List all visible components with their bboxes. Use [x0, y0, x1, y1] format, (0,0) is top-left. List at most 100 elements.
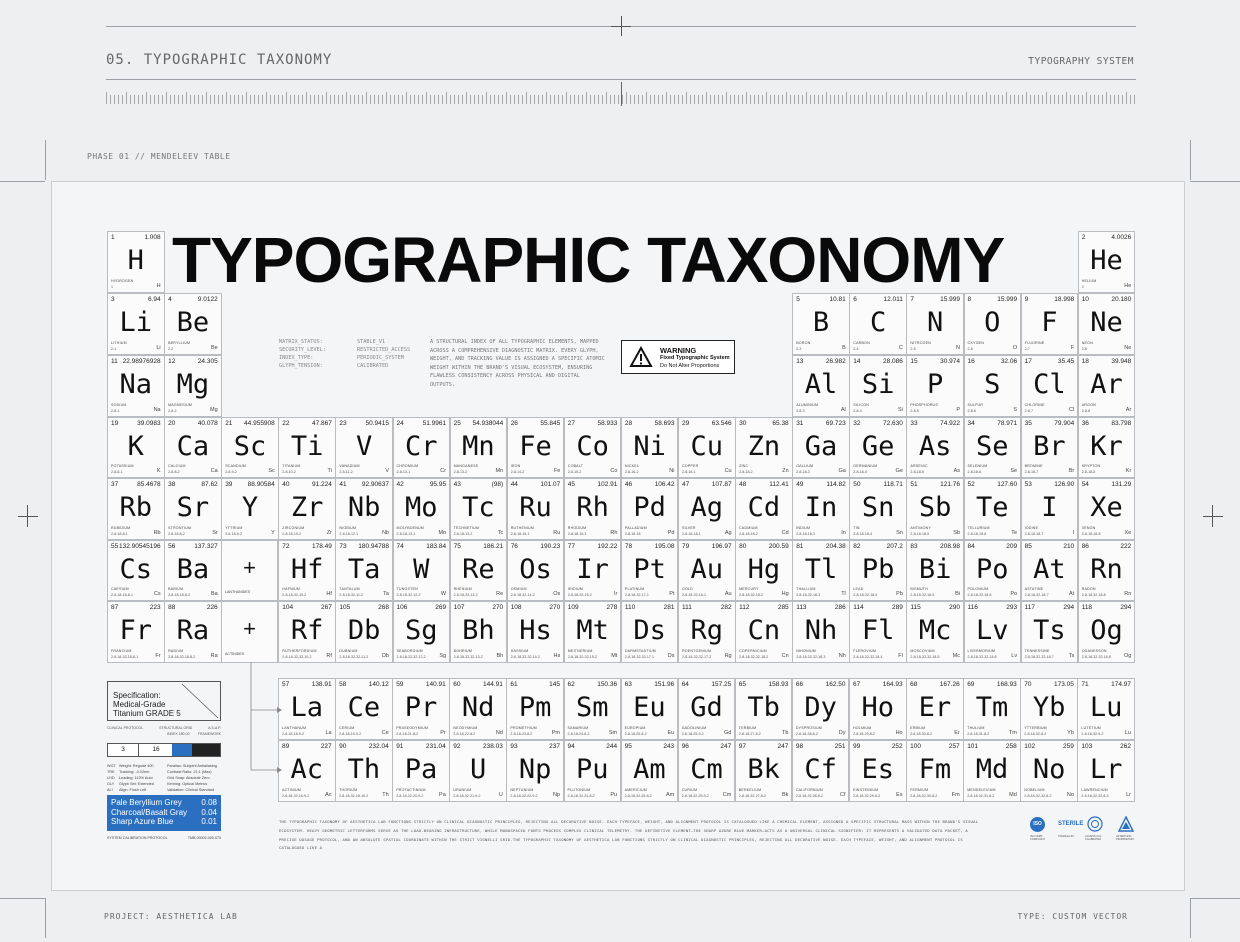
element-symbol: Tb	[747, 692, 780, 723]
electron-config: 2-8-18-32-18-3	[796, 593, 821, 597]
atomic-mass: 101.07	[540, 481, 561, 488]
electron-config: 2-8-18-32-12-2	[396, 593, 421, 597]
element-name: RUBIDIUM	[111, 526, 131, 530]
element-symbol: Eu	[633, 692, 666, 723]
electron-config: 2-8-18-32-18-7	[1024, 593, 1049, 597]
atomic-number: 33	[910, 420, 918, 427]
element-name: GADOLINIUM	[681, 726, 707, 730]
element-symbol: Nb	[347, 492, 381, 523]
atomic-number: 4	[168, 296, 172, 303]
atomic-mass: 44.955908	[244, 420, 275, 427]
element-name: SAMARIUM	[567, 726, 589, 730]
atomic-number: 24	[396, 420, 404, 427]
element-symbol: Bh	[462, 615, 495, 646]
element-symbol: Pu	[576, 754, 609, 785]
electron-config: 2-8-18-23-8-2	[510, 732, 533, 736]
electron-config: 2-8-18-32-28-8-2	[795, 794, 824, 798]
electron-config: 2-8-18-32-13-2	[453, 593, 478, 597]
electron-config: 2-8-18-32-25-9-2	[681, 794, 709, 798]
electron-config: 2-8-9-2	[225, 470, 237, 474]
element-symbol-small: Ca	[210, 468, 218, 474]
element-name: DYSPROSIUM	[795, 726, 823, 730]
element-symbol: Hs	[519, 615, 552, 646]
atomic-number: 114	[853, 604, 864, 611]
element-symbol: Na	[119, 369, 153, 400]
element-symbol: Sm	[576, 692, 609, 723]
element-name: ZINC	[739, 464, 749, 468]
element-name: MENDELEVIUM	[967, 788, 996, 792]
atomic-number: 102	[1024, 743, 1036, 750]
spec-small-label: FRAMEWORK	[197, 732, 221, 736]
electron-config: 2-8-18-31-8-2	[967, 732, 990, 736]
element-name: FLUORINE	[1024, 341, 1045, 345]
element-symbol-small: Rg	[724, 653, 732, 659]
element-cell-cn: 112 285 Cn COPERNICIUM 2-8-18-32-32-18-2 Cn	[735, 601, 793, 663]
corner-mark	[0, 181, 45, 182]
atomic-mass: 173.05	[1054, 681, 1074, 688]
element-symbol-small: Ni	[669, 468, 675, 474]
element-symbol-small: No	[1066, 792, 1074, 798]
atomic-number: 96	[681, 743, 689, 750]
element-name: XENON	[1081, 526, 1096, 530]
atomic-mass: 114.82	[826, 481, 846, 488]
element-name: ASTATINE	[1024, 587, 1044, 591]
element-symbol-small: In	[841, 530, 846, 536]
element-symbol: Cr	[405, 431, 438, 462]
element-name: FERMIUM	[910, 788, 929, 792]
electron-config: 2-6	[967, 347, 973, 351]
element-cell-bk: 97 247 Bk BERKELIUM 2-8-18-32-27-8-2 Bk	[734, 740, 793, 802]
atomic-mass: 58.693	[654, 420, 675, 427]
element-name: ALUMINIUM	[796, 403, 819, 407]
calibration-code: TMB-00002-000-075	[187, 836, 221, 840]
atomic-mass: 6.94	[147, 296, 161, 303]
electron-config: 2-8-18-32-32-18-4	[853, 655, 883, 659]
element-symbol: Br	[1033, 431, 1066, 462]
element-cell-co: 27 58.933 Co COBALT 2-8-15-2 Co	[563, 417, 622, 478]
element-symbol: C	[869, 307, 887, 338]
element-name: MANGANESE	[453, 464, 479, 468]
element-cell-bi: 83 208.98 Bi BISMUTH 2-8-18-32-18-5 Bi	[906, 540, 964, 601]
atomic-number: 64	[681, 681, 689, 688]
atomic-number: 117	[1024, 604, 1035, 611]
actinides-label: ACTINIDES	[225, 652, 245, 656]
element-symbol-small: Rn	[1124, 591, 1132, 597]
element-symbol-small: Ac	[325, 792, 332, 798]
atomic-number: 43	[453, 481, 461, 488]
element-symbol-small: Sc	[268, 468, 275, 474]
atomic-number: 90	[339, 743, 347, 750]
atomic-mass: 243	[663, 743, 675, 750]
atomic-number: 3	[111, 296, 115, 303]
electron-config: 2-8-18-12-1	[339, 532, 359, 536]
element-symbol-small: Cr	[440, 468, 447, 474]
element-cell-am: 95 243 Am AMERICIUM 2-8-18-32-25-8-2 Am	[620, 740, 679, 802]
atomic-mass: 127.60	[997, 481, 1018, 488]
element-symbol-small: Tl	[841, 591, 846, 597]
atomic-number: 40	[282, 481, 290, 488]
atomic-mass: 72.630	[883, 420, 903, 427]
element-name: MOSCOVIUM	[910, 649, 935, 653]
atomic-mass: 210	[1063, 543, 1075, 550]
element-cell-na: 11 22.98976928 Na SODIUM 2-8-1 Na	[107, 355, 165, 417]
atomic-number: 84	[967, 543, 975, 550]
element-name: HASSIUM	[510, 649, 529, 653]
element-name: IRON	[510, 464, 521, 468]
element-symbol: Cs	[119, 554, 153, 585]
element-name: PRASEODYMIUM	[396, 726, 429, 730]
atomic-mass: 83.798	[1111, 420, 1132, 427]
element-name: POLONIUM	[967, 587, 989, 591]
atomic-number: 50	[853, 481, 861, 488]
electron-config: 2-8-18-32-24-8-2	[567, 794, 595, 798]
electron-config: 2-8-18-32-15-2	[567, 593, 592, 597]
element-cell-nb: 41 92.90637 Nb NIOBIUM 2-8-18-12-1 Nb	[335, 478, 393, 540]
element-cell-s: 16 32.06 S SULFUR 2-8-6 S	[963, 355, 1022, 417]
element-symbol-small: Rh	[610, 530, 618, 536]
element-cell-ds: 110 281 Ds DARMSTADTIUM 2-8-18-32-32-17-1 Ds	[620, 601, 679, 663]
element-cell-pr: 59 140.91 Pr PRASEODYMIUM 2-8-18-21-8-2 Pr	[392, 678, 450, 740]
spec-value: Align: Flush Left	[119, 788, 147, 792]
atomic-mass: 131.29	[1111, 481, 1132, 488]
poster-title: TYPOGRAPHIC TAXONOMY	[172, 224, 1005, 296]
meta-key: INDEX_TYPE:	[279, 355, 314, 361]
element-name: PROTACTINIUM	[396, 788, 426, 792]
element-cell-cm: 96 247 Cm CURIUM 2-8-18-32-25-9-2 Cm	[677, 740, 736, 802]
color-value: 0.01	[201, 817, 217, 826]
